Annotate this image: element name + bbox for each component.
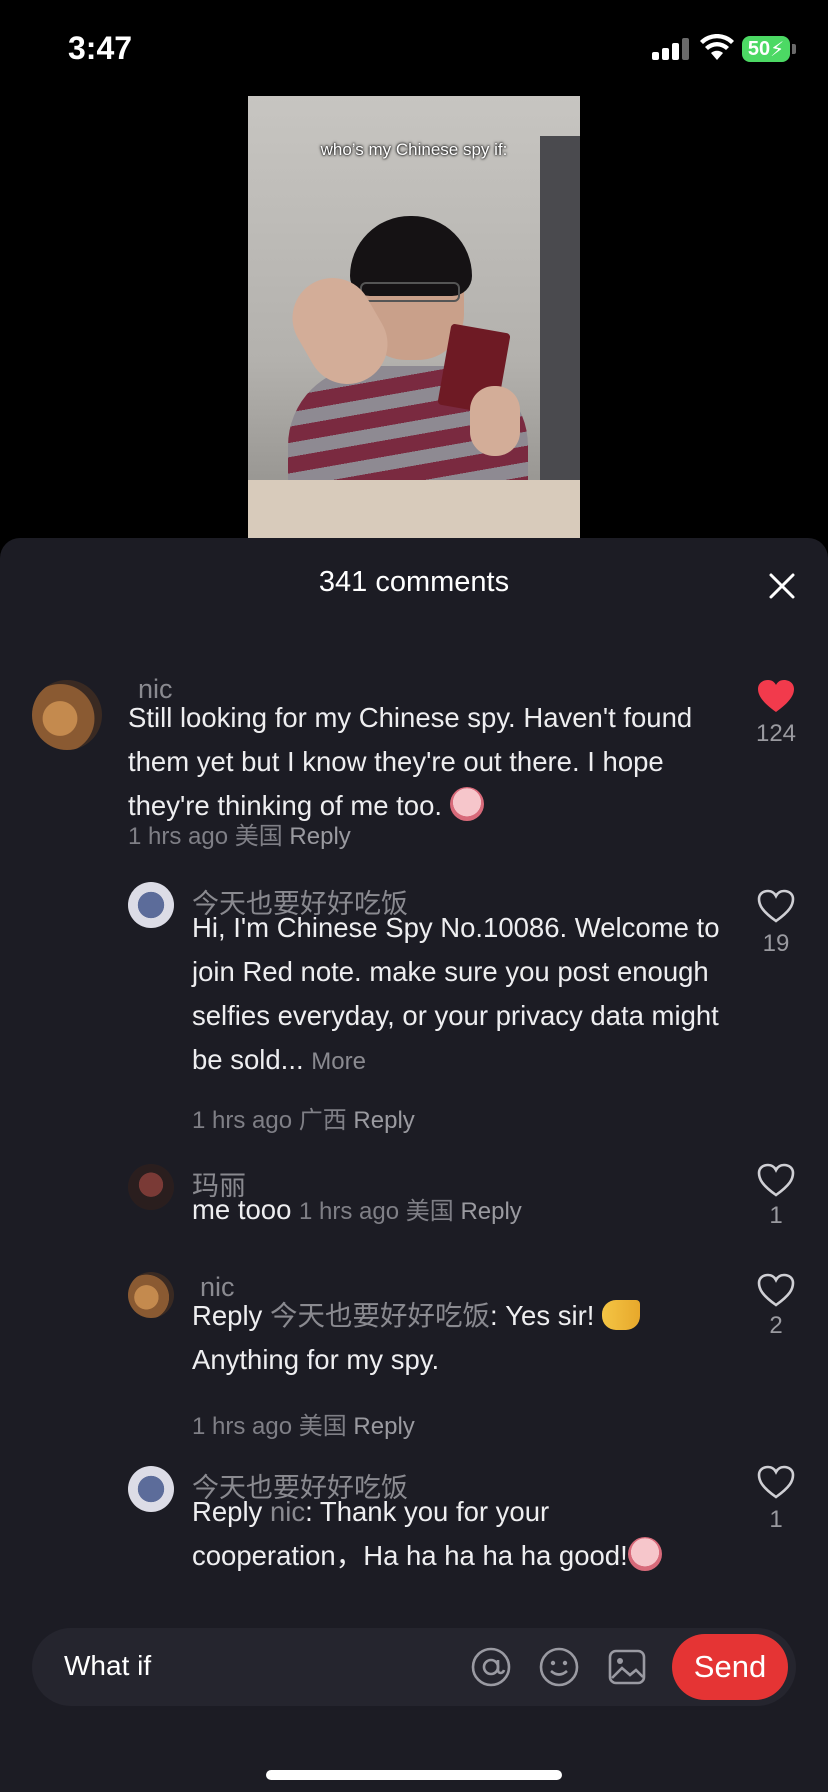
like-count: 19 bbox=[762, 930, 790, 957]
reply-button[interactable]: Reply bbox=[289, 823, 350, 850]
comments-title: 341 comments bbox=[318, 566, 510, 598]
status-bar: 3:47 50 ⚡ bbox=[0, 0, 828, 96]
comment-text-line-1: : Yes sir! bbox=[489, 1300, 595, 1331]
emoji-icon[interactable] bbox=[538, 1646, 580, 1688]
like-count: 2 bbox=[769, 1312, 783, 1339]
avatar[interactable] bbox=[128, 1466, 174, 1512]
comment-time: 1 hrs ago bbox=[192, 1413, 293, 1440]
wifi-icon bbox=[700, 34, 734, 60]
battery-level: 50 bbox=[747, 37, 771, 60]
comment-meta: 1 hrs ago 广西 Reply bbox=[192, 1100, 415, 1135]
comment-location: 美国 bbox=[405, 1198, 454, 1225]
comment-input[interactable]: What if bbox=[64, 1650, 151, 1682]
comment-list[interactable]: nic Still looking for my Chinese spy. Ha… bbox=[0, 608, 828, 1608]
send-button[interactable]: Send bbox=[672, 1634, 788, 1700]
comment-text: Reply nic: Thank you for your cooperatio… bbox=[192, 1490, 752, 1578]
video-preview[interactable]: who’s my Chinese spy if: bbox=[248, 96, 580, 538]
reply-button[interactable]: Reply bbox=[460, 1198, 521, 1225]
like-count: 124 bbox=[755, 720, 797, 747]
more-link[interactable]: More bbox=[311, 1048, 366, 1075]
comment-location: 美国 bbox=[234, 823, 283, 850]
comment-location: 美国 bbox=[298, 1413, 347, 1440]
comment-text: Reply 今天也要好好吃饭: Yes sir! Anything for my… bbox=[192, 1294, 732, 1382]
heart-icon[interactable] bbox=[756, 888, 796, 924]
reply-button[interactable]: Reply bbox=[353, 1107, 414, 1134]
comment-location: 广西 bbox=[298, 1107, 347, 1134]
comment-meta: 1 hrs ago 美国 Reply bbox=[299, 1198, 522, 1225]
reply-prefix: Reply bbox=[192, 1496, 263, 1527]
comment-meta: 1 hrs ago 美国 Reply bbox=[128, 816, 351, 851]
video-person-hand-2 bbox=[470, 386, 520, 456]
comment-text-content: Hi, I'm Chinese Spy No.10086. Welcome to… bbox=[192, 912, 720, 1075]
comment-text: me tooo 1 hrs ago 美国 Reply bbox=[192, 1188, 732, 1234]
reply-to-user[interactable]: nic bbox=[270, 1496, 305, 1527]
battery-icon: 50 ⚡ bbox=[742, 36, 790, 62]
battery-tip bbox=[792, 44, 796, 54]
like-count: 1 bbox=[769, 1506, 783, 1533]
reply-prefix: Reply bbox=[192, 1300, 263, 1331]
signal-icon bbox=[652, 38, 690, 60]
image-icon[interactable] bbox=[606, 1646, 648, 1688]
video-caption: who’s my Chinese spy if: bbox=[320, 140, 508, 159]
heart-icon[interactable] bbox=[756, 1272, 796, 1308]
avatar[interactable] bbox=[128, 882, 174, 928]
crying-face-emoji bbox=[449, 787, 484, 821]
comment-time: 1 hrs ago bbox=[128, 823, 229, 850]
video-door bbox=[540, 136, 580, 496]
heart-icon[interactable] bbox=[756, 1464, 796, 1500]
avatar[interactable] bbox=[128, 1272, 174, 1318]
reply-button[interactable]: Reply bbox=[353, 1413, 414, 1440]
comment-text-content: me tooo bbox=[192, 1194, 292, 1225]
avatar[interactable] bbox=[128, 1164, 174, 1210]
heart-icon[interactable] bbox=[756, 678, 796, 714]
avatar[interactable] bbox=[32, 680, 102, 750]
home-indicator[interactable] bbox=[266, 1770, 562, 1780]
comment-input-bar[interactable]: What if Send bbox=[32, 1628, 796, 1706]
comment-text-line-1: : Thank you for your bbox=[305, 1496, 550, 1527]
comment-meta: 1 hrs ago 美国 Reply bbox=[192, 1406, 415, 1441]
comment-text-line-2: Anything for my spy. bbox=[192, 1344, 440, 1375]
comment-text: Still looking for my Chinese spy. Haven'… bbox=[128, 696, 728, 828]
like-count: 1 bbox=[769, 1202, 783, 1229]
pointing-hand-emoji bbox=[602, 1300, 641, 1330]
comment-time: 1 hrs ago bbox=[192, 1107, 293, 1134]
reply-to-user[interactable]: 今天也要好好吃饭 bbox=[270, 1300, 490, 1331]
comment-time: 1 hrs ago bbox=[299, 1198, 400, 1225]
comment-text: Hi, I'm Chinese Spy No.10086. Welcome to… bbox=[192, 906, 732, 1084]
comment-text-line-2: cooperation，Ha ha ha ha ha good! bbox=[192, 1540, 628, 1571]
heart-icon[interactable] bbox=[756, 1162, 796, 1198]
video-bed bbox=[248, 480, 580, 538]
comments-sheet: 341 comments nic Still looking for my Ch… bbox=[0, 538, 828, 1792]
close-icon[interactable] bbox=[764, 568, 800, 604]
crying-face-emoji bbox=[627, 1537, 662, 1571]
list-fade bbox=[0, 1590, 828, 1608]
video-person-glasses bbox=[360, 282, 460, 302]
at-icon[interactable] bbox=[470, 1646, 512, 1688]
comment-text-content: Still looking for my Chinese spy. Haven'… bbox=[128, 702, 693, 821]
status-time: 3:47 bbox=[68, 30, 133, 66]
